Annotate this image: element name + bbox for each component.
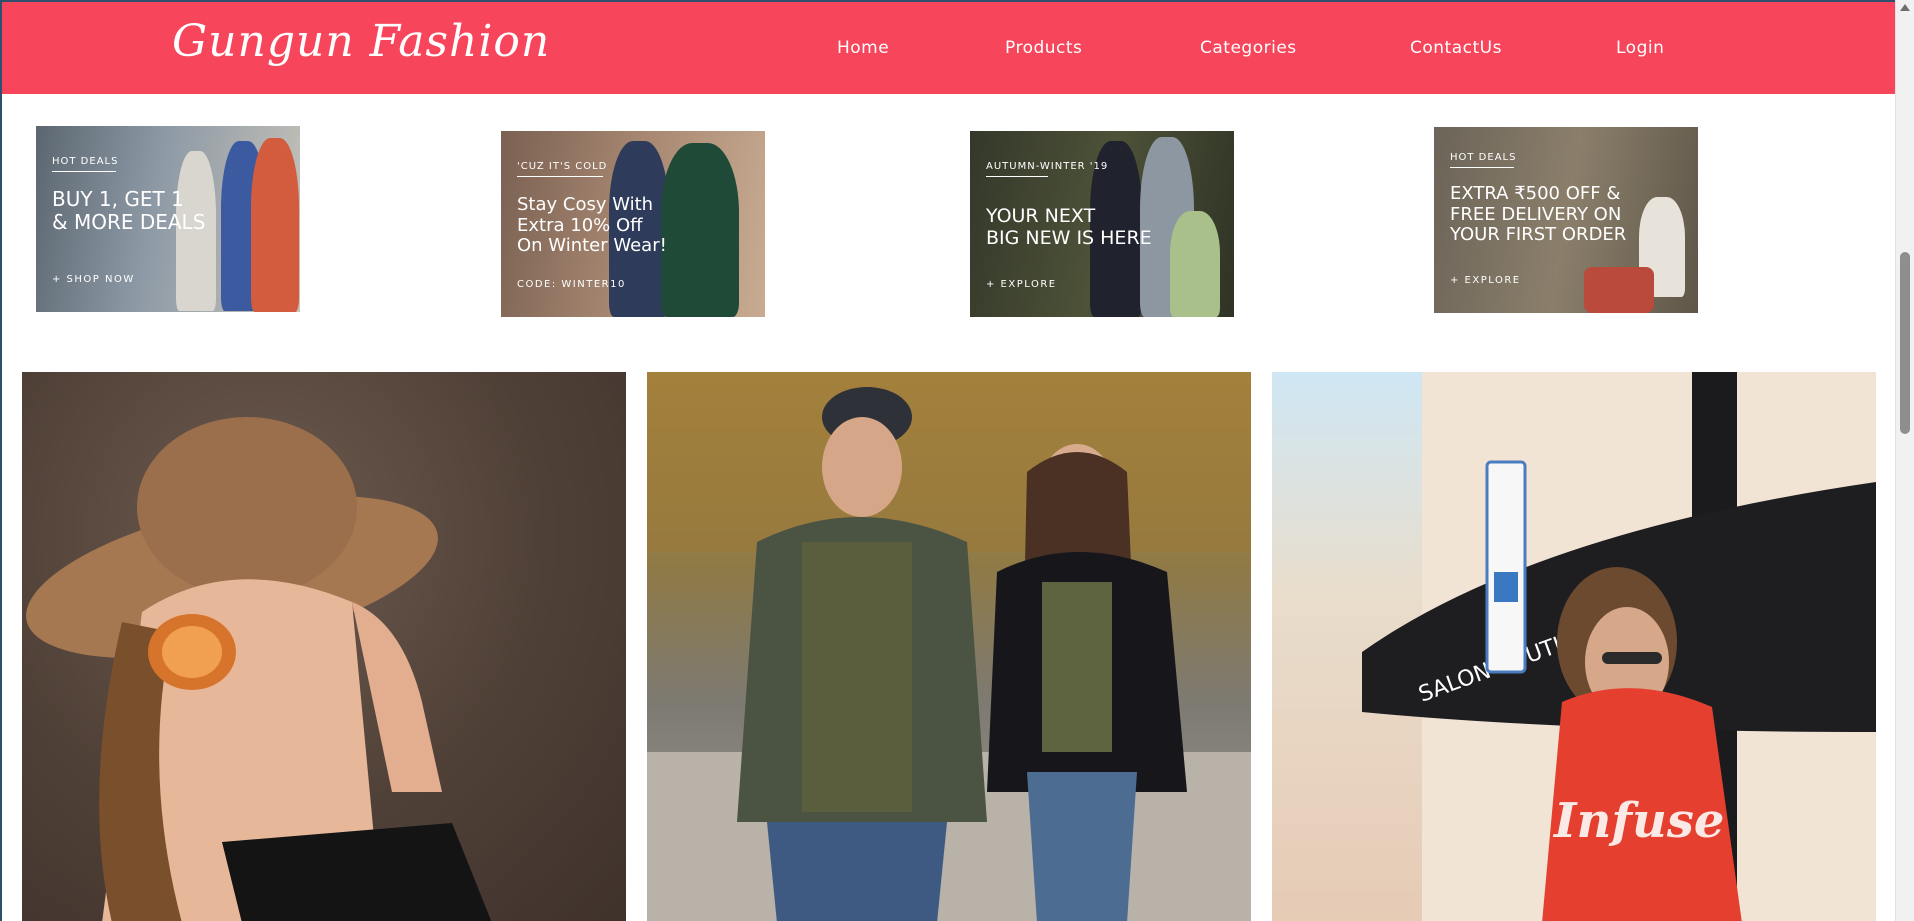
couple-illustration bbox=[647, 372, 1251, 921]
promo-divider bbox=[52, 171, 116, 172]
promo-divider bbox=[517, 176, 603, 177]
model-figure bbox=[251, 138, 299, 312]
promo-overline: AUTUMN-WINTER '19 bbox=[986, 161, 1109, 172]
promo-banner-first-order[interactable]: HOT DEALS EXTRA ₹500 OFF & FREE DELIVERY… bbox=[1434, 127, 1698, 313]
product-photo-couple[interactable] bbox=[647, 372, 1251, 921]
promo-headline: YOUR NEXT BIG NEW IS HERE bbox=[986, 205, 1152, 249]
promo-overline: HOT DEALS bbox=[1450, 152, 1517, 163]
model-figure bbox=[661, 143, 739, 317]
promo-headline: BUY 1, GET 1 & MORE DEALS bbox=[52, 187, 206, 234]
product-photo-red-shirt[interactable]: SALON BOUTIQUE Infuse bbox=[1272, 372, 1876, 921]
browser-viewport: Gungun Fashion Home Products Categories … bbox=[0, 0, 1895, 921]
promo-headline: Stay Cosy With Extra 10% Off On Winter W… bbox=[517, 194, 667, 257]
nav-categories[interactable]: Categories bbox=[1200, 38, 1297, 58]
vertical-scrollbar[interactable] bbox=[1895, 0, 1914, 921]
promo-banner-autumn-winter[interactable]: AUTUMN-WINTER '19 YOUR NEXT BIG NEW IS H… bbox=[970, 131, 1234, 317]
nav-contact-us[interactable]: ContactUs bbox=[1410, 38, 1502, 58]
scrollbar-thumb[interactable] bbox=[1900, 252, 1910, 434]
nav-login[interactable]: Login bbox=[1616, 38, 1664, 58]
promo-divider bbox=[1450, 167, 1514, 168]
hat-model-illustration bbox=[26, 417, 492, 921]
promo-divider bbox=[986, 176, 1048, 177]
promo-overline: 'CUZ IT'S COLD bbox=[517, 161, 608, 172]
site-header: Gungun Fashion Home Products Categories … bbox=[2, 2, 1895, 94]
red-shirt-illustration: SALON BOUTIQUE Infuse bbox=[1362, 372, 1876, 921]
chair-figure bbox=[1584, 267, 1654, 313]
arrow-up-icon[interactable] bbox=[1900, 4, 1910, 11]
nav-products[interactable]: Products bbox=[1005, 38, 1082, 58]
promo-headline: EXTRA ₹500 OFF & FREE DELIVERY ON YOUR F… bbox=[1450, 183, 1627, 246]
promo-banner-winter[interactable]: 'CUZ IT'S COLD Stay Cosy With Extra 10% … bbox=[501, 131, 765, 317]
product-photo-hat[interactable] bbox=[22, 372, 626, 921]
nav-home[interactable]: Home bbox=[837, 38, 889, 58]
promo-banner-buy1get1[interactable]: HOT DEALS BUY 1, GET 1 & MORE DEALS + SH… bbox=[36, 126, 300, 312]
promo-cta: CODE: WINTER10 bbox=[517, 279, 626, 290]
promo-cta[interactable]: + EXPLORE bbox=[1450, 275, 1521, 286]
model-figure bbox=[1170, 211, 1220, 317]
brand-logo[interactable]: Gungun Fashion bbox=[172, 16, 550, 67]
promo-cta[interactable]: + EXPLORE bbox=[986, 279, 1057, 290]
promo-cta[interactable]: + SHOP NOW bbox=[52, 274, 135, 285]
shirt-print-text: Infuse bbox=[1552, 793, 1724, 849]
promo-overline: HOT DEALS bbox=[52, 156, 119, 167]
